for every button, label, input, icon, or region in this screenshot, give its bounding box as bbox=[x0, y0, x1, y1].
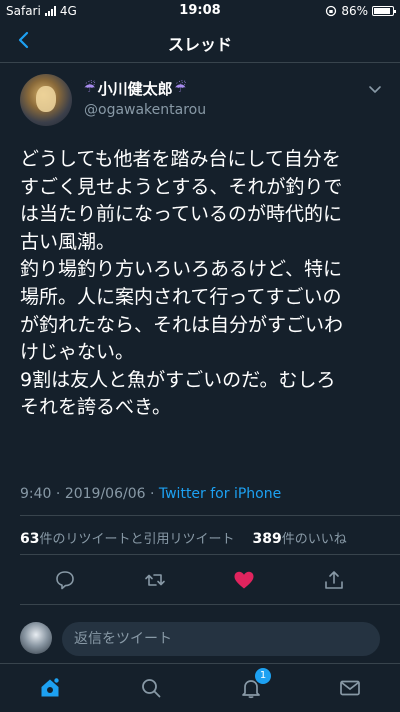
author-handle[interactable]: @ogawakentarou bbox=[84, 102, 206, 118]
tweet-stats: 63件のリツイートと引用リツイート 389件のいいね bbox=[20, 528, 347, 547]
rotation-lock-icon bbox=[326, 5, 337, 17]
author-display-name: 小川健太郎 bbox=[97, 80, 173, 98]
notifications-tab[interactable]: 1 bbox=[239, 668, 271, 700]
like-stat[interactable]: 389件のいいね bbox=[253, 528, 347, 547]
reply-input[interactable]: 返信をツイート bbox=[62, 622, 380, 656]
tweet-date: 2019/06/06 bbox=[64, 486, 146, 502]
meta-separator: · bbox=[149, 486, 159, 502]
tweet-time: 9:40 bbox=[20, 486, 52, 502]
tweet-meta: 9:40 · 2019/06/06 · Twitter for iPhone bbox=[20, 486, 281, 502]
tweet-line: 場所。人に案内されて行ってすごいの bbox=[20, 285, 342, 308]
tweet-line: が釣れたなら、それは自分がすごいわ bbox=[20, 313, 344, 336]
tab-bar: 1 bbox=[0, 663, 400, 712]
page-title: スレッド bbox=[167, 35, 232, 54]
battery-icon bbox=[372, 6, 396, 16]
my-avatar bbox=[20, 622, 52, 654]
divider bbox=[20, 554, 400, 555]
reply-icon[interactable] bbox=[53, 568, 77, 592]
retweet-icon[interactable] bbox=[143, 568, 167, 592]
notification-badge: 1 bbox=[255, 668, 271, 684]
tweet-line: は当たり前になっているのが時代的に bbox=[20, 203, 343, 226]
chevron-down-icon[interactable] bbox=[368, 82, 382, 96]
battery-percent: 86% bbox=[341, 4, 368, 18]
like-count: 389 bbox=[252, 531, 282, 547]
tweet-line: けじゃない。 bbox=[20, 341, 135, 364]
heart-icon[interactable] bbox=[232, 568, 256, 592]
divider bbox=[20, 515, 400, 516]
share-icon[interactable] bbox=[322, 568, 346, 592]
tweet-line: 9割は友人と魚がすごいのだ。むしろ bbox=[20, 368, 336, 391]
tweet-actions bbox=[0, 568, 400, 592]
tweet-line: すごく見せようとする、それが釣りで bbox=[20, 175, 343, 198]
retweet-label: 件のリツイートと引用リツイート bbox=[39, 532, 235, 547]
status-right: 86% bbox=[325, 4, 396, 18]
umbrella-icon: ☔ bbox=[174, 81, 187, 96]
retweet-count: 63 bbox=[20, 531, 40, 547]
reply-bar: 返信をツイート bbox=[0, 615, 400, 665]
nav-bar: スレッド bbox=[0, 22, 400, 63]
tweet-line: どうしても他者を踏み台にして自分を bbox=[20, 148, 341, 170]
tweet-text: どうしても他者を踏み台にして自分を すごく見せようとする、それが釣りで は当たり… bbox=[20, 146, 385, 422]
umbrella-icon: ☔ bbox=[84, 81, 96, 96]
like-label: 件のいいね bbox=[281, 532, 347, 547]
divider bbox=[20, 604, 400, 605]
search-icon[interactable] bbox=[139, 676, 163, 700]
mail-icon[interactable] bbox=[338, 676, 362, 700]
meta-separator: · bbox=[55, 486, 65, 502]
status-bar: Safari 4G 19:08 86% bbox=[0, 0, 400, 22]
avatar-face bbox=[36, 86, 56, 112]
author-name-row[interactable]: ☔ 小川健太郎 ☔ bbox=[84, 78, 186, 99]
home-icon[interactable] bbox=[38, 676, 62, 700]
tweet-line: 古い風潮。 bbox=[20, 230, 116, 253]
author-avatar[interactable] bbox=[20, 74, 72, 126]
tweet-client-link[interactable]: Twitter for iPhone bbox=[159, 486, 281, 502]
retweet-stat[interactable]: 63件のリツイートと引用リツイート bbox=[20, 528, 235, 547]
tweet-line: それを誇るべき。 bbox=[20, 396, 172, 419]
tweet-line: 釣り場釣り方いろいろあるけど、特に bbox=[20, 258, 343, 281]
